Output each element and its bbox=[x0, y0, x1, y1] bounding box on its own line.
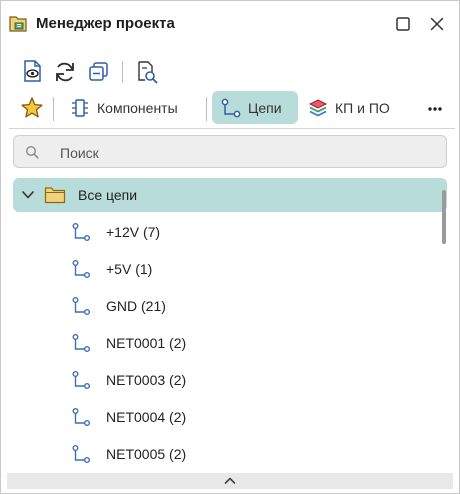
net-label: NET0003 (2) bbox=[106, 372, 187, 388]
maximize-icon[interactable] bbox=[393, 14, 413, 34]
document-preview-icon[interactable] bbox=[20, 58, 46, 84]
tab-components-label: Компоненты bbox=[97, 99, 178, 116]
tree-root-label: Все цепи bbox=[78, 187, 138, 203]
tree-root-all-nets[interactable]: Все цепи bbox=[13, 178, 447, 212]
project-icon bbox=[9, 16, 27, 32]
refresh-icon[interactable] bbox=[52, 59, 78, 85]
tab-separator bbox=[206, 97, 207, 121]
net-label: +5V (1) bbox=[106, 261, 153, 277]
collapse-all-icon[interactable] bbox=[86, 59, 112, 85]
tab-pads-vias-label: КП и ПО bbox=[335, 99, 390, 116]
net-icon bbox=[72, 260, 90, 278]
net-icon bbox=[72, 223, 90, 241]
search-box[interactable] bbox=[13, 135, 447, 168]
net-label: NET0004 (2) bbox=[106, 409, 187, 425]
net-list-item[interactable]: +12V (7) bbox=[13, 215, 439, 249]
search-icon bbox=[25, 145, 39, 159]
toolbar-divider bbox=[9, 128, 455, 129]
search-input[interactable] bbox=[58, 141, 422, 165]
folder-icon bbox=[44, 187, 66, 204]
vertical-scrollbar-thumb[interactable] bbox=[442, 190, 446, 244]
net-list-item[interactable]: GND (21) bbox=[13, 289, 439, 323]
find-in-document-icon[interactable] bbox=[134, 59, 160, 85]
project-manager-panel: Менеджер проекта Компоненты Цепи КП и ПО… bbox=[0, 0, 460, 494]
net-connection-icon bbox=[221, 98, 241, 117]
more-options-icon[interactable] bbox=[422, 95, 448, 121]
net-icon bbox=[72, 334, 90, 352]
title-bar: Менеджер проекта bbox=[1, 1, 459, 47]
net-list-item[interactable]: +5V (1) bbox=[13, 252, 439, 286]
net-icon bbox=[72, 371, 90, 389]
tab-components[interactable]: Компоненты bbox=[61, 91, 201, 124]
component-chip-icon bbox=[72, 98, 88, 117]
net-list-item[interactable]: NET0004 (2) bbox=[13, 400, 439, 434]
chevron-down-icon[interactable] bbox=[21, 189, 35, 201]
window-title: Менеджер проекта bbox=[36, 15, 175, 32]
tab-pads-vias[interactable]: КП и ПО bbox=[299, 91, 411, 124]
net-icon bbox=[72, 297, 90, 315]
net-list-item[interactable]: NET0003 (2) bbox=[13, 363, 439, 397]
tab-nets-label: Цепи bbox=[248, 99, 282, 116]
chevron-up-icon[interactable] bbox=[224, 476, 236, 485]
net-label: +12V (7) bbox=[106, 224, 161, 240]
toolbar-separator bbox=[122, 61, 123, 83]
close-icon[interactable] bbox=[427, 14, 447, 34]
net-icon bbox=[72, 408, 90, 426]
net-label: NET0005 (2) bbox=[106, 446, 187, 462]
net-icon bbox=[72, 445, 90, 463]
tab-nets[interactable]: Цепи bbox=[212, 91, 298, 124]
net-label: GND (21) bbox=[106, 298, 166, 314]
favorites-star-icon[interactable] bbox=[19, 95, 45, 121]
net-list-item[interactable]: NET0001 (2) bbox=[13, 326, 439, 360]
layers-stack-icon bbox=[308, 98, 328, 117]
net-list-item[interactable]: NET0005 (2) bbox=[13, 437, 439, 471]
net-label: NET0001 (2) bbox=[106, 335, 187, 351]
tab-separator bbox=[53, 97, 54, 121]
bottom-expand-bar[interactable] bbox=[7, 473, 453, 489]
